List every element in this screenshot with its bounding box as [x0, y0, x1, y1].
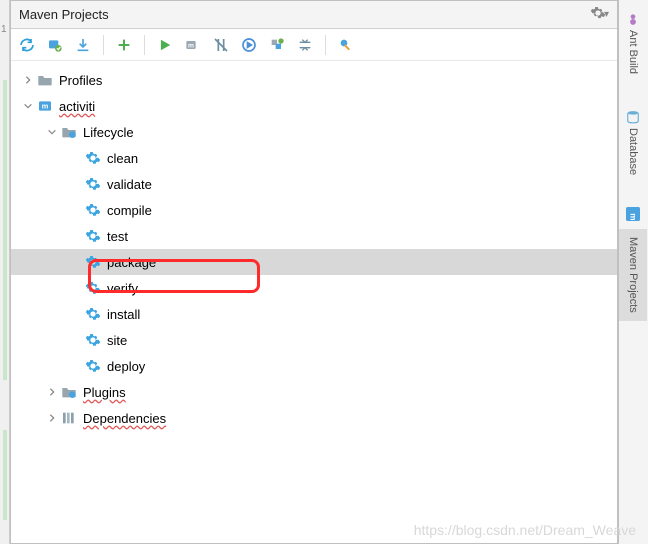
gear-icon [85, 228, 101, 244]
refresh-button[interactable] [17, 35, 37, 55]
gear-icon [85, 280, 101, 296]
right-tab-label: Ant Build [627, 30, 639, 74]
gear-icon [85, 254, 101, 270]
watermark: https://blog.csdn.net/Dream_Weave [414, 522, 636, 538]
lifecycle-goal[interactable]: install [11, 301, 617, 327]
vcs-marker [3, 430, 7, 520]
lifecycle-goal[interactable]: clean [11, 145, 617, 171]
collapse-all-button[interactable] [295, 35, 315, 55]
goal-label: test [107, 229, 128, 244]
svg-text:m: m [188, 42, 194, 49]
chevron-down-icon[interactable] [21, 99, 35, 113]
right-tab-m[interactable]: m [619, 203, 647, 225]
gear-icon [85, 332, 101, 348]
tree-label: Profiles [59, 73, 102, 88]
panel-title: Maven Projects [19, 7, 109, 22]
gear-icon [85, 306, 101, 322]
line-number: 1 [1, 24, 7, 35]
right-rail: Ant Build Database m Maven Projects [618, 0, 648, 544]
maven-module-icon: m [37, 98, 53, 114]
run-button[interactable] [155, 35, 175, 55]
goal-label: verify [107, 281, 138, 296]
chevron-right-icon[interactable] [45, 411, 59, 425]
tree-label: Lifecycle [83, 125, 134, 140]
gear-icon [85, 150, 101, 166]
right-tab-label: Database [627, 128, 639, 175]
maven-panel: Maven Projects ▾ m Profiles m activ [10, 0, 618, 544]
execute-goal-button[interactable] [239, 35, 259, 55]
generate-sources-button[interactable] [45, 35, 65, 55]
lifecycle-goal[interactable]: deploy [11, 353, 617, 379]
tree-node-plugins[interactable]: Plugins [11, 379, 617, 405]
settings-button[interactable] [336, 35, 356, 55]
lifecycle-goal[interactable]: site [11, 327, 617, 353]
lifecycle-goal[interactable]: test [11, 223, 617, 249]
tree-label: activiti [59, 99, 95, 114]
download-sources-button[interactable] [73, 35, 93, 55]
tree-label: Dependencies [83, 411, 166, 426]
run-config-button[interactable]: m [183, 35, 203, 55]
chevron-down-icon[interactable] [45, 125, 59, 139]
toolbar: m [11, 29, 617, 61]
toggle-profiles-button[interactable] [267, 35, 287, 55]
folder-gear-icon [61, 384, 77, 400]
toggle-offline-button[interactable] [211, 35, 231, 55]
goal-label: compile [107, 203, 152, 218]
lifecycle-goal[interactable]: validate [11, 171, 617, 197]
goal-label: clean [107, 151, 138, 166]
gear-icon [85, 358, 101, 374]
goal-label: validate [107, 177, 152, 192]
right-tab-database[interactable]: Database [619, 102, 647, 183]
right-tab-maven[interactable]: Maven Projects [619, 229, 647, 321]
tree-node-project[interactable]: m activiti [11, 93, 617, 119]
library-icon [61, 410, 77, 426]
vcs-marker [3, 80, 7, 380]
right-tab-label: Maven Projects [627, 237, 639, 313]
goal-label: package [107, 255, 156, 270]
separator [325, 35, 326, 55]
separator [144, 35, 145, 55]
goal-label: deploy [107, 359, 145, 374]
tree-node-lifecycle[interactable]: Lifecycle [11, 119, 617, 145]
chevron-down-icon[interactable]: ▾ [604, 9, 609, 20]
lifecycle-goal[interactable]: compile [11, 197, 617, 223]
tree-node-dependencies[interactable]: Dependencies [11, 405, 617, 431]
lifecycle-goal[interactable]: verify [11, 275, 617, 301]
right-tab-ant[interactable]: Ant Build [619, 4, 647, 82]
tree-node-profiles[interactable]: Profiles [11, 67, 617, 93]
goal-label: site [107, 333, 127, 348]
lifecycle-goal-selected[interactable]: package [11, 249, 617, 275]
gear-icon [85, 176, 101, 192]
editor-gutter: 1 [0, 0, 10, 544]
svg-text:m: m [629, 213, 638, 220]
chevron-right-icon[interactable] [21, 73, 35, 87]
separator [103, 35, 104, 55]
add-project-button[interactable] [114, 35, 134, 55]
goal-label: install [107, 307, 140, 322]
panel-header: Maven Projects ▾ [11, 1, 617, 29]
chevron-right-icon[interactable] [45, 385, 59, 399]
tree-label: Plugins [83, 385, 126, 400]
svg-text:m: m [42, 102, 49, 111]
gear-icon [85, 202, 101, 218]
folder-gear-icon [61, 124, 77, 140]
folder-icon [37, 72, 53, 88]
tree: Profiles m activiti Lifecycle clean vali… [11, 61, 617, 437]
